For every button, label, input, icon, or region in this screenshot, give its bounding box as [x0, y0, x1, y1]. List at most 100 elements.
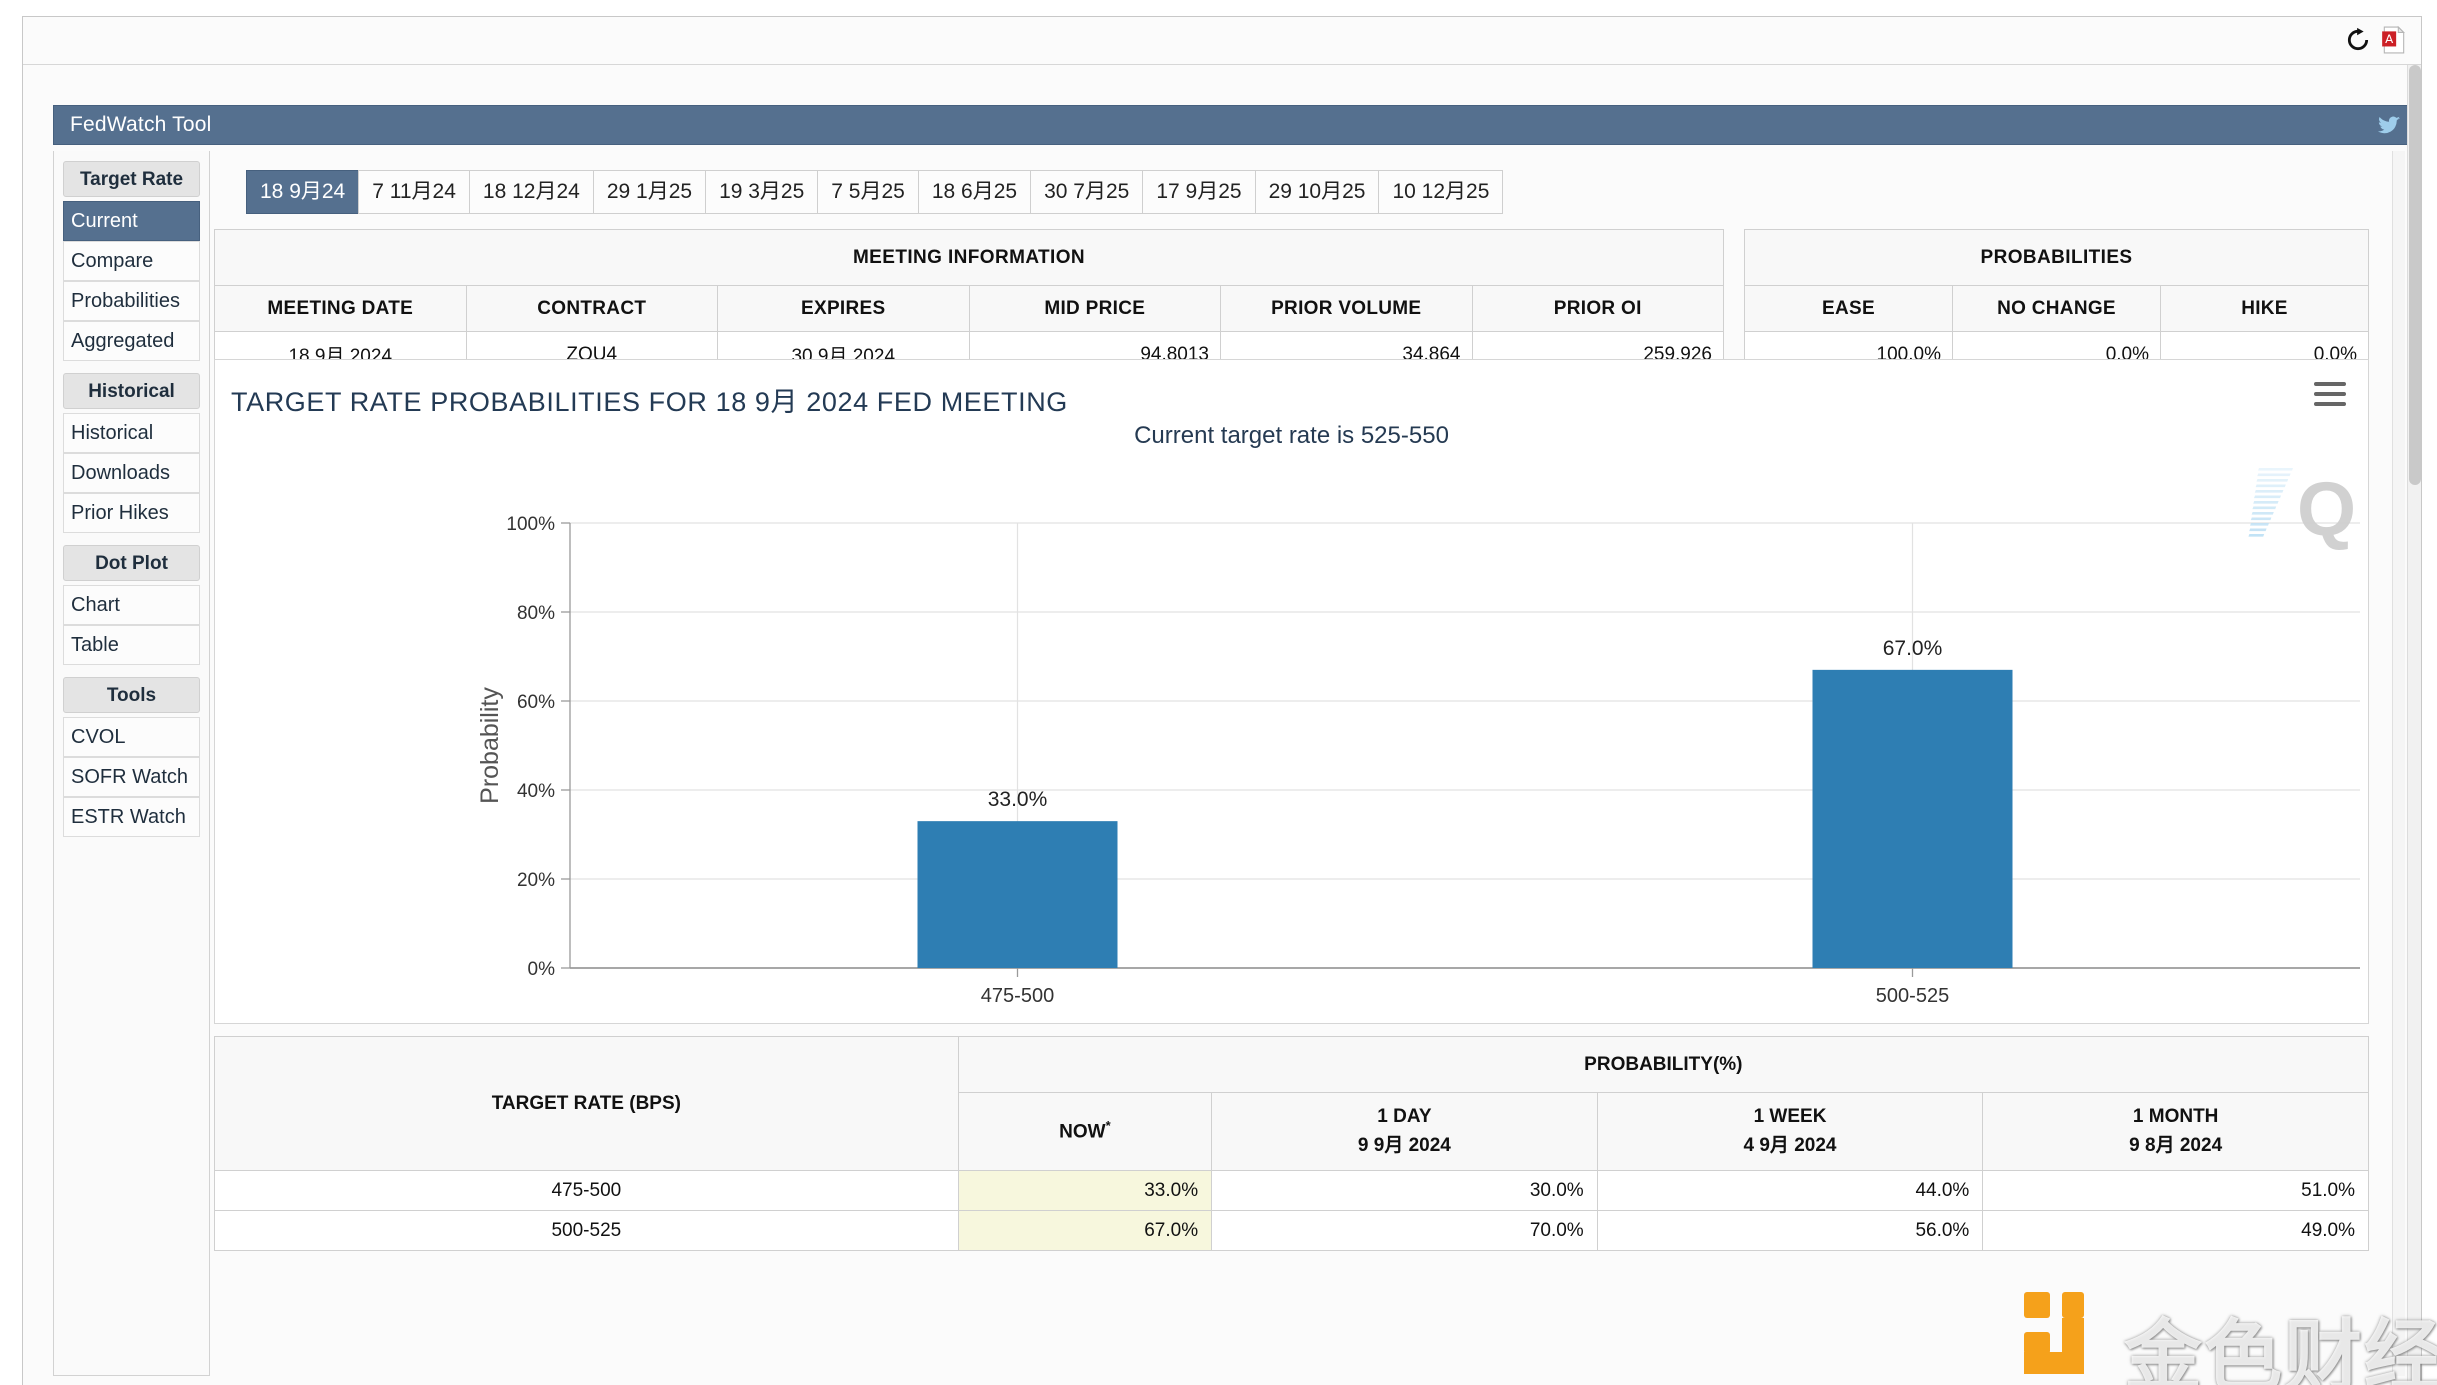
sidebar-item-aggregated[interactable]: Aggregated [63, 321, 200, 361]
watermark-q-letter: Q [2297, 467, 2356, 552]
target-rate-cell: 500-525 [214, 1210, 959, 1251]
probability-cell-m1: 51.0% [1982, 1170, 2369, 1211]
bar-475-500[interactable] [917, 821, 1118, 968]
chart-watermark: Q [2248, 467, 2356, 552]
sidebar-item-current[interactable]: Current [63, 201, 200, 241]
col-header-1-week: 1 WEEK 4 9月 2024 [1596, 1092, 1984, 1171]
bar-500-525[interactable] [1812, 669, 2013, 968]
col-header-ease: EASE [1744, 285, 1953, 332]
twitter-icon[interactable] [2376, 113, 2402, 137]
ytick-label-20: 20% [517, 870, 555, 891]
bar-chart-svg: 0% 20% 40% 60% 80% 100% 33.0% 475-500 67.0% 500-5… [476, 467, 2360, 1007]
sidebar-item-chart[interactable]: Chart [63, 585, 200, 625]
probability-cell-now: 33.0% [957, 1170, 1213, 1211]
page-scrollbar[interactable] [2407, 65, 2421, 1385]
window-title-bar: FedWatch Tool [53, 105, 2415, 145]
streak-bar [2248, 534, 2265, 537]
sidebar-item-prior-hikes[interactable]: Prior Hikes [63, 493, 200, 533]
table-header-row: EASE NO CHANGE HIKE [1744, 285, 2369, 332]
sidebar-group-tools: Tools [63, 677, 200, 713]
meeting-information-table: MEETING INFORMATION MEETING DATE CONTRACT… [214, 229, 1724, 378]
sidebar-item-downloads[interactable]: Downloads [63, 453, 200, 493]
streak-bar [2255, 484, 2286, 488]
ytick-label-40: 40% [517, 781, 555, 802]
col-header-1-month: 1 MONTH 9 8月 2024 [1982, 1092, 2369, 1171]
tab-meeting-10[interactable]: 10 12月25 [1378, 170, 1504, 214]
table-header-row: MEETING DATE CONTRACT EXPIRES MID PRICE PRIO… [214, 285, 1724, 332]
probability-group-header: PROBABILITY(%) [957, 1036, 2370, 1093]
tab-meeting-8[interactable]: 17 9月25 [1142, 170, 1256, 214]
refresh-icon[interactable] [2345, 27, 2371, 53]
col-header-date: 9 9月 2024 [1357, 1134, 1451, 1156]
tab-meeting-2[interactable]: 18 12月24 [468, 170, 594, 214]
col-header-label: 1 DAY [1377, 1106, 1432, 1127]
col-header-mid-price: MID PRICE [968, 285, 1221, 332]
main-content: 18 9月24 7 11月24 18 12月24 29 1月25 19 3月25 7 5月… [210, 151, 2415, 1376]
target-rate-cell: 475-500 [214, 1170, 959, 1211]
probability-cell-d1: 30.0% [1211, 1170, 1598, 1211]
sidebar-group-target-rate: Target Rate [63, 161, 200, 197]
sidebar-item-table[interactable]: Table [63, 625, 200, 665]
sidebar-item-historical[interactable]: Historical [63, 413, 200, 453]
sidebar-item-compare[interactable]: Compare [63, 241, 200, 281]
ytick-label-100: 100% [506, 514, 555, 535]
sidebar-item-sofr-watch[interactable]: SOFR Watch [63, 757, 200, 797]
streak-bar [2251, 512, 2274, 515]
xtick-label-475-500: 475-500 [981, 985, 1054, 1007]
col-header-label: 1 MONTH [2132, 1106, 2219, 1127]
tab-meeting-9[interactable]: 29 10月25 [1254, 170, 1380, 214]
sidebar-item-probabilities[interactable]: Probabilities [63, 281, 200, 321]
streak-bar [2258, 468, 2293, 471]
pdf-icon[interactable]: A [2381, 25, 2407, 54]
col-header-expires: EXPIRES [717, 285, 970, 332]
probability-chart-panel: TARGET RATE PROBABILITIES FOR 18 9月 2024… [214, 359, 2369, 1024]
ytick-label-0: 0% [528, 959, 556, 980]
col-header-1-day: 1 DAY 9 9月 2024 [1211, 1092, 1598, 1171]
target-rate-header: TARGET RATE (BPS) [214, 1036, 959, 1171]
streak-bar [2254, 495, 2281, 499]
window-title: FedWatch Tool [70, 113, 212, 136]
sidebar-group-historical: Historical [63, 373, 200, 409]
top-toolbar-icons: A [2345, 25, 2407, 54]
col-header-meeting-date: MEETING DATE [214, 285, 467, 332]
tab-meeting-0[interactable]: 18 9月24 [246, 170, 360, 214]
page-scrollbar-thumb[interactable] [2409, 65, 2421, 485]
probability-cell-m1: 49.0% [1982, 1210, 2369, 1251]
summary-tables-row: MEETING INFORMATION MEETING DATE CONTRACT… [214, 229, 2369, 378]
col-header-date: 4 9月 2024 [1743, 1134, 1837, 1156]
col-header-prior-volume: PRIOR VOLUME [1220, 285, 1473, 332]
probabilities-summary-table: PROBABILITIES EASE NO CHANGE HIKE 100.0% 0.… [1744, 229, 2369, 378]
tab-meeting-3[interactable]: 29 1月25 [592, 170, 707, 214]
content-scrollbar[interactable] [2392, 151, 2405, 1376]
tab-meeting-5[interactable]: 7 5月25 [817, 170, 919, 214]
tab-meeting-7[interactable]: 30 7月25 [1030, 170, 1144, 214]
streak-bar [2256, 479, 2289, 482]
y-axis-title: Probability [476, 687, 504, 804]
sidebar-group-dot-plot: Dot Plot [63, 545, 200, 581]
col-header-label: 1 WEEK [1753, 1106, 1827, 1127]
streak-bar [2254, 490, 2284, 493]
col-header-prior-oi: PRIOR OI [1471, 285, 1724, 332]
bar-value-label-500-525: 67.0% [1883, 637, 1943, 660]
xtick-label-500-525: 500-525 [1876, 985, 1949, 1007]
col-header-contract: CONTRACT [465, 285, 718, 332]
col-header-star: * [1105, 1118, 1111, 1134]
streak-bar [2250, 517, 2272, 521]
sidebar-item-estr-watch[interactable]: ESTR Watch [63, 797, 200, 837]
tab-meeting-4[interactable]: 19 3月25 [705, 170, 819, 214]
meeting-information-title: MEETING INFORMATION [214, 229, 1724, 286]
streak-bar [2257, 473, 2291, 477]
bar-value-label-475-500: 33.0% [988, 788, 1048, 811]
col-header-no-change: NO CHANGE [1952, 285, 2161, 332]
app-frame: A FedWatch Tool Target Rate Current Compar… [22, 16, 2422, 1385]
watermark-streak-icon [2248, 468, 2293, 537]
tab-meeting-1[interactable]: 7 11月24 [358, 170, 470, 214]
streak-bar [2250, 523, 2269, 526]
ytick-label-60: 60% [517, 692, 555, 713]
tab-meeting-6[interactable]: 18 6月25 [917, 170, 1032, 214]
streak-bar [2249, 528, 2267, 532]
probability-detail-table: TARGET RATE (BPS) PROBABILITY(%) NOW* 1 D… [214, 1036, 2370, 1251]
sidebar-item-cvol[interactable]: CVOL [63, 717, 200, 757]
